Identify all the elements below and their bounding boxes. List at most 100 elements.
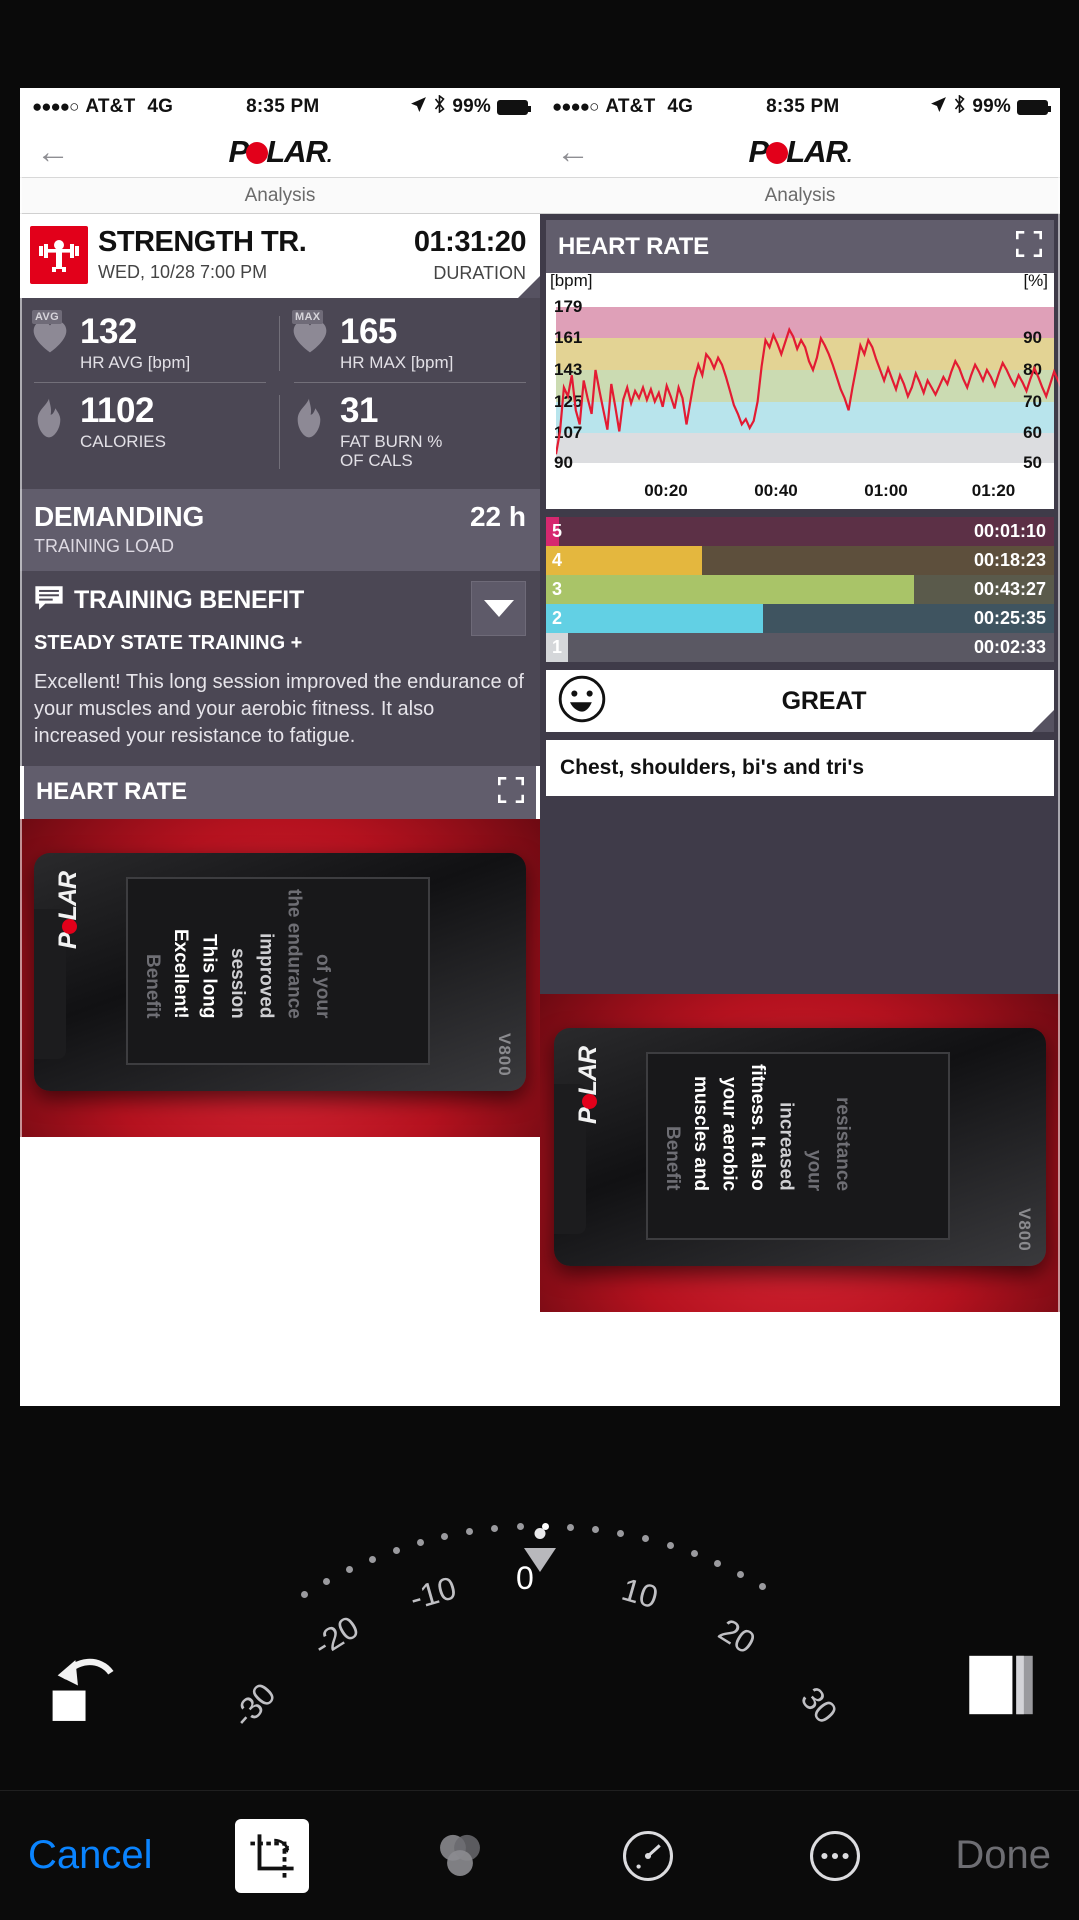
photo-editor-screen: ●●●●○ AT&T 4G 8:35 PM 99% ← P LAR. Analy…	[0, 0, 1079, 1920]
carrier-label: AT&T	[85, 96, 136, 117]
flame-icon	[297, 398, 321, 437]
session-note[interactable]: Chest, shoulders, bi's and tri's	[546, 740, 1054, 796]
adjust-dial-icon	[622, 1830, 673, 1881]
watch-model-label: V800	[495, 1032, 514, 1077]
cancel-button[interactable]: Cancel	[28, 1833, 153, 1878]
heart-rate-chart-card: HEART RATE [bpm] [%] 179 161 143 125 107 90 90…	[546, 220, 1060, 509]
dial-tick	[617, 1530, 625, 1537]
dial-tick	[592, 1526, 600, 1534]
hr-zone-duration: 00:43:27	[973, 579, 1046, 599]
bluetooth-icon	[433, 94, 446, 119]
dial-pointer-icon	[524, 1548, 556, 1572]
expand-icon[interactable]	[1015, 230, 1043, 262]
heart-rate-line	[556, 326, 1060, 455]
session-duration-label: DURATION	[433, 263, 526, 283]
y-axis-unit-label: [bpm]	[550, 271, 593, 290]
training-benefit-body: Excellent! This long session improved th…	[34, 670, 524, 747]
dial-degree-label[interactable]: -10	[406, 1569, 461, 1617]
watch-brand-label: PLAR	[574, 1046, 602, 1124]
nav-bar-right: ← P LAR.	[540, 126, 1060, 178]
crop-rotate-tool-button[interactable]	[235, 1818, 310, 1893]
session-header[interactable]: STRENGTH TR. WED, 10/28 7:00 PM 01:31:20…	[20, 214, 540, 298]
corner-fold-icon	[518, 276, 540, 298]
watch-screen-line: muscles and	[690, 1075, 712, 1191]
clock-label: 8:35 PM	[766, 96, 840, 117]
dial-tick	[567, 1523, 575, 1531]
y2-axis-unit-label: [%]	[1023, 271, 1048, 290]
aspect-ratio-button[interactable]	[968, 1654, 1034, 1716]
dial-center-dot	[534, 1528, 546, 1539]
speech-bubble-icon	[34, 585, 64, 616]
watch-screen-line: Excellent!	[170, 928, 192, 1019]
watch-photo-left: PLAR V800 Benefit Excellent! This long s…	[20, 818, 540, 1137]
heart-rate-title: HEART RATE	[36, 778, 187, 806]
hr-zone-row: 2 00:25:35	[546, 604, 1054, 633]
stat-hr-avg: AVG 132 HR AVG [bpm]	[20, 304, 280, 383]
watch-screen-title: Benefit	[661, 1126, 683, 1191]
heart-rate-section-header-left[interactable]: HEART RATE	[24, 765, 536, 819]
dial-tick	[441, 1532, 449, 1540]
x-axis-tick: 00:40	[754, 481, 798, 500]
editor-toolbar: Cancel Done	[0, 1790, 1079, 1920]
dial-tick	[416, 1539, 424, 1547]
crop-rotate-icon	[250, 1833, 294, 1878]
x-axis-tick: 01:00	[864, 481, 908, 500]
session-title: STRENGTH TR.	[98, 226, 307, 259]
watch-screen-title: Benefit	[141, 954, 163, 1019]
screenshot-left: ●●●●○ AT&T 4G 8:35 PM 99% ← P LAR. Analy…	[20, 88, 540, 1406]
watch-screen-line: the endurance	[283, 888, 305, 1019]
stat-value: 165	[340, 312, 397, 351]
training-load-box[interactable]: DEMANDING TRAINING LOAD 22 h	[20, 488, 540, 571]
stat-value: 31	[340, 390, 378, 430]
session-date: WED, 10/28 7:00 PM	[98, 261, 268, 282]
status-bar-right: ●●●●○ AT&T 4G 8:35 PM 99%	[540, 88, 1060, 126]
benefit-disclosure-button[interactable]	[471, 580, 526, 636]
dial-tick	[466, 1528, 474, 1536]
filters-tool-button[interactable]	[423, 1819, 497, 1893]
heart-rate-chart[interactable]: [bpm] [%] 179 161 143 125 107 90 90 80 70 60 50 00…	[546, 271, 1060, 509]
watch-brand-label: PLAR	[54, 871, 82, 949]
hr-zone-row: 1 00:02:33	[546, 633, 1054, 662]
hr-zone-duration: 00:02:33	[973, 637, 1046, 657]
done-button[interactable]: Done	[955, 1833, 1051, 1878]
dial-tick	[345, 1566, 353, 1574]
training-benefit-subtitle: STEADY STATE TRAINING +	[34, 631, 303, 654]
session-duration: 01:31:20	[413, 226, 527, 258]
clock-label: 8:35 PM	[246, 96, 320, 117]
watch-screen-line: increased	[775, 1101, 797, 1191]
hr-zone-row: 5 00:01:10	[546, 517, 1054, 546]
more-tool-button[interactable]	[798, 1819, 872, 1893]
corner-fold-icon	[1032, 710, 1054, 732]
battery-percent-label: 99%	[972, 96, 1011, 117]
feeling-card[interactable]: GREAT	[546, 670, 1054, 732]
stat-calories: 1102 CALORIES	[20, 383, 280, 481]
dial-tick	[392, 1546, 400, 1554]
smiley-face-icon	[558, 675, 606, 728]
x-axis-tick: 00:20	[644, 481, 688, 500]
hr-zone-duration: 00:18:23	[973, 550, 1046, 570]
dial-tick	[690, 1550, 698, 1558]
tab-analysis-right[interactable]: Analysis	[540, 178, 1060, 214]
watch-screen-line: resistance	[831, 1096, 853, 1191]
nav-bar-left: ← P LAR.	[20, 126, 540, 178]
undo-button[interactable]	[45, 1650, 121, 1726]
watch-photo-right: PLAR V800 Benefit muscles and your aerob…	[540, 994, 1060, 1312]
heart-rate-section-header-right[interactable]: HEART RATE	[546, 220, 1054, 273]
polar-logo-dot-icon	[766, 141, 789, 164]
watch-model-label: V800	[1015, 1208, 1034, 1252]
dial-tick	[491, 1524, 499, 1532]
adjust-tool-button[interactable]	[611, 1819, 685, 1893]
expand-icon[interactable]	[497, 776, 525, 808]
avg-badge: AVG	[32, 310, 62, 324]
rotation-dial[interactable]: -30 -20 -10 0 10 20 30	[20, 1406, 1060, 1734]
watch-screen-line: your	[803, 1149, 825, 1191]
tab-analysis-left[interactable]: Analysis	[20, 178, 540, 214]
hr-zone-number: 4	[552, 550, 563, 570]
flame-icon	[37, 398, 61, 437]
dial-degree-label[interactable]: 10	[617, 1571, 662, 1616]
photo-canvas[interactable]: ●●●●○ AT&T 4G 8:35 PM 99% ← P LAR. Analy…	[20, 88, 1060, 1406]
stat-hr-max: MAX 165 HR MAX [bpm]	[280, 304, 540, 383]
ellipsis-circle-icon	[810, 1830, 861, 1881]
watch-screen-line: fitness. It also	[746, 1064, 768, 1191]
watch-screen-line: improved	[255, 932, 277, 1019]
